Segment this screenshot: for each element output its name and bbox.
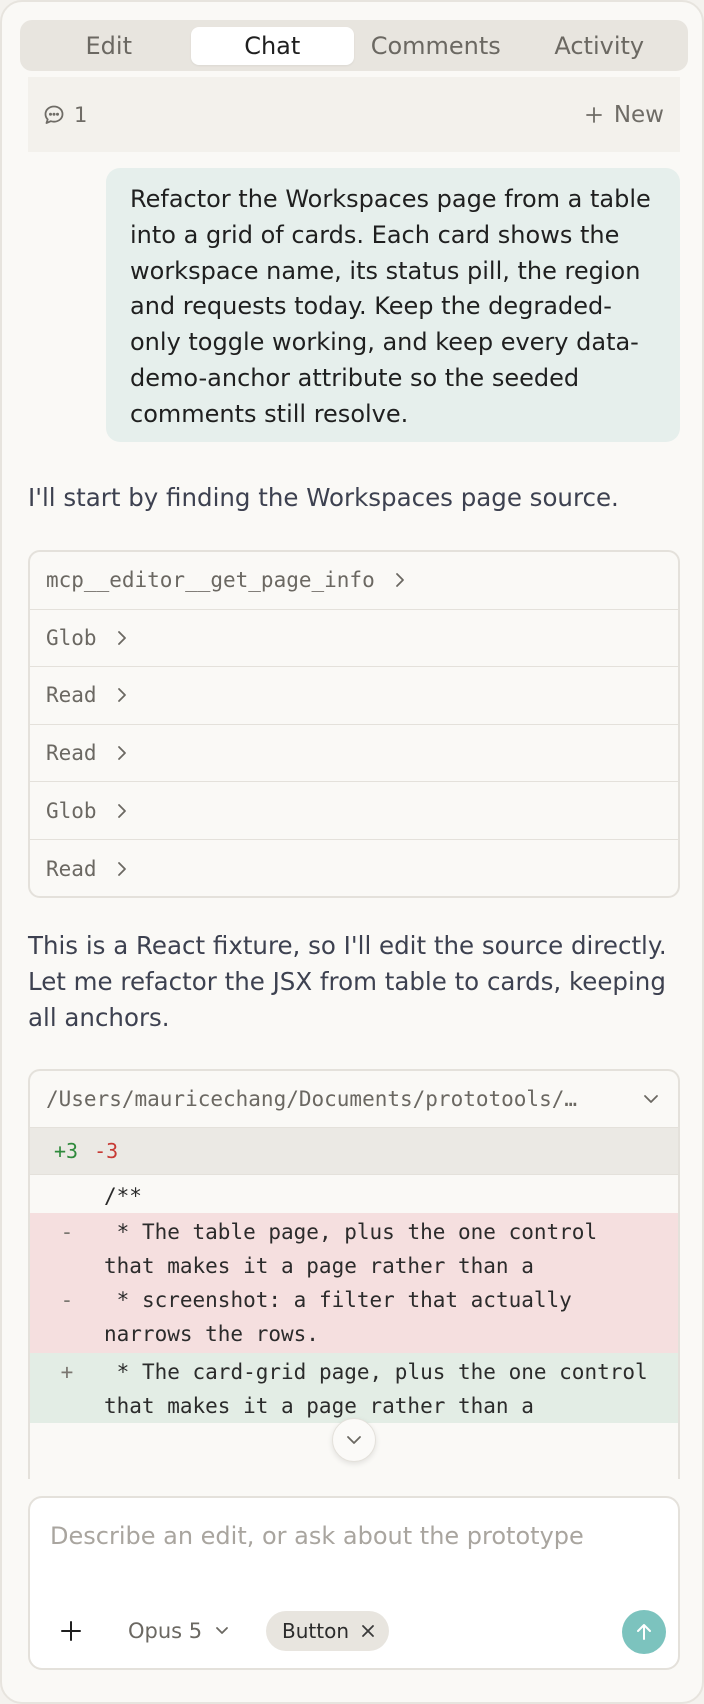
tool-call-name: Glob — [46, 798, 97, 823]
close-icon[interactable] — [361, 1624, 375, 1638]
plus-icon — [59, 1619, 83, 1643]
user-message: Refactor the Workspaces page from a tabl… — [106, 168, 680, 442]
tool-call-name: Read — [46, 856, 97, 881]
tool-call-name: mcp__editor__get_page_info — [46, 568, 375, 593]
thread-bar: 1 New — [28, 77, 680, 152]
tab-bar: Edit Chat Comments Activity — [20, 20, 688, 71]
tool-call-name: Read — [46, 741, 97, 766]
diff-code: /** — [104, 1184, 142, 1208]
tool-call-row[interactable]: Read — [30, 667, 678, 725]
tab-edit[interactable]: Edit — [27, 27, 191, 65]
tool-call-row[interactable]: Glob — [30, 782, 678, 840]
assistant-message: I'll start by finding the Workspaces pag… — [28, 483, 619, 512]
lines-added: +3 — [54, 1139, 79, 1163]
tool-call-row[interactable]: Read — [30, 840, 678, 896]
tab-comments[interactable]: Comments — [354, 27, 518, 65]
tool-call-name: Read — [46, 683, 97, 708]
tool-call-row[interactable]: mcp__editor__get_page_info — [30, 552, 678, 610]
chevron-right-icon — [393, 571, 407, 589]
diff-stats: +3 -3 — [30, 1128, 678, 1175]
attach-button[interactable] — [56, 1616, 86, 1646]
tab-chat[interactable]: Chat — [190, 26, 354, 65]
diff-code: * screenshot: a filter that actually nar… — [104, 1288, 585, 1346]
diff-body: /** - * The table page, plus the one con… — [30, 1175, 678, 1423]
composer: Opus 5 Button — [28, 1496, 680, 1670]
model-select[interactable]: Opus 5 — [128, 1614, 230, 1648]
chevron-right-icon — [115, 686, 129, 704]
chevron-down-icon — [642, 1093, 660, 1105]
diff-sign: - — [60, 1220, 74, 1244]
tool-call-row[interactable]: Read — [30, 725, 678, 783]
diff-code: * The card-grid page, plus the one contr… — [104, 1360, 661, 1418]
chevron-right-icon — [115, 629, 129, 647]
diff-sign: - — [60, 1288, 74, 1312]
assistant-message: This is a React fixture, so I'll edit th… — [28, 931, 667, 1032]
chevron-right-icon — [115, 860, 129, 878]
arrow-up-icon — [633, 1621, 655, 1643]
scroll-to-bottom-button[interactable] — [332, 1418, 376, 1462]
new-thread-button[interactable]: New — [584, 102, 664, 128]
diff-file-path: /Users/mauricechang/Documents/prototools… — [46, 1087, 578, 1111]
speech-bubble-icon — [42, 103, 66, 127]
diff-line-added: + * The card-grid page, plus the one con… — [30, 1353, 678, 1423]
model-name: Opus 5 — [128, 1619, 203, 1643]
send-button[interactable] — [622, 1610, 666, 1654]
diff-line-removed: - * The table page, plus the one control… — [30, 1213, 678, 1283]
diff-line-context: /** — [30, 1179, 678, 1213]
tool-call-list: mcp__editor__get_page_info Glob Read Rea… — [28, 550, 680, 898]
chevron-down-icon — [344, 1433, 364, 1447]
context-chip-label: Button — [282, 1619, 349, 1643]
diff-sign: + — [60, 1360, 74, 1384]
chevron-right-icon — [115, 744, 129, 762]
tool-call-name: Glob — [46, 625, 97, 650]
prompt-input[interactable] — [50, 1516, 650, 1556]
diff-line-removed: - * screenshot: a filter that actually n… — [30, 1283, 678, 1353]
comment-count-value: 1 — [74, 102, 88, 127]
diff-sign — [30, 1179, 104, 1213]
new-thread-label: New — [613, 101, 664, 128]
comment-count[interactable]: 1 — [42, 103, 87, 127]
chevron-right-icon — [115, 802, 129, 820]
app-frame: Edit Chat Comments Activity 1 New Refact… — [0, 0, 704, 1704]
chevron-down-icon — [214, 1625, 230, 1637]
tool-call-row[interactable]: Glob — [30, 610, 678, 668]
context-chip: Button — [266, 1611, 389, 1651]
diff-header[interactable]: /Users/mauricechang/Documents/prototools… — [30, 1071, 678, 1128]
lines-removed: -3 — [94, 1139, 119, 1163]
plus-icon — [584, 105, 604, 125]
tab-activity[interactable]: Activity — [518, 27, 682, 65]
diff-code: * The table page, plus the one control t… — [104, 1220, 610, 1278]
